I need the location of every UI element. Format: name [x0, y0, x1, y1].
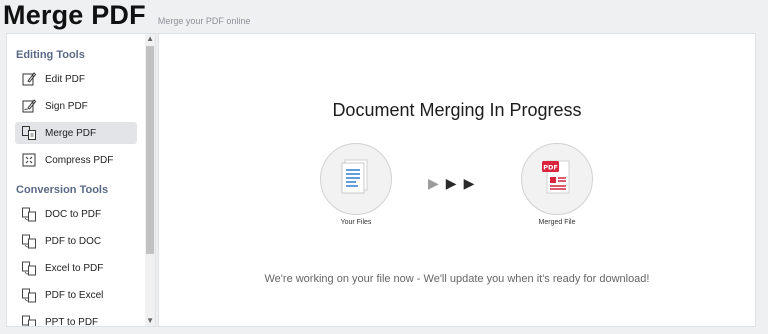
sidebar-item-label: Compress PDF: [45, 154, 114, 166]
arrow-right-icon: ▶: [463, 175, 475, 191]
sidebar-item-label: Merge PDF: [45, 127, 97, 139]
sidebar-item-label: Sign PDF: [45, 100, 88, 112]
main-panel: Document Merging In Progress Your Files …: [158, 33, 756, 327]
app-title: Merge PDF: [3, 0, 146, 30]
convert-icon: [21, 206, 37, 222]
progress-arrows: ▶ ▶ ▶: [428, 175, 474, 192]
convert-icon: [21, 233, 37, 249]
sidebar-item-label: Edit PDF: [45, 73, 86, 85]
sidebar-item-label: PDF to Excel: [45, 289, 104, 301]
convert-icon: [21, 260, 37, 276]
document-icon: [341, 158, 371, 201]
merge-pdf-icon: [21, 125, 37, 141]
sign-pdf-icon: [21, 98, 37, 114]
sidebar-item-sign-pdf[interactable]: Sign PDF: [15, 95, 137, 117]
sidebar-item-label: PDF to DOC: [45, 235, 102, 247]
sidebar-item-doc-to-pdf[interactable]: DOC to PDF: [15, 203, 137, 225]
sidebar-scrollbar[interactable]: ▲ ▼: [145, 34, 155, 326]
arrow-right-icon: ▶: [445, 175, 457, 191]
scroll-down-arrow-icon[interactable]: ▼: [146, 317, 154, 325]
sidebar-item-label: DOC to PDF: [45, 208, 102, 220]
merged-file-circle: PDF: [521, 143, 593, 215]
scroll-up-arrow-icon[interactable]: ▲: [146, 35, 154, 43]
app-header: Merge PDF Merge your PDF online: [3, 0, 250, 30]
sidebar-item-label: Excel to PDF: [45, 262, 104, 274]
sidebar-item-excel-to-pdf[interactable]: Excel to PDF: [15, 257, 137, 279]
app-subtitle: Merge your PDF online: [157, 16, 251, 26]
sidebar-item-merge-pdf[interactable]: Merge PDF: [15, 122, 137, 144]
sidebar: Editing Tools Edit PDF Sign PDF Merge PD…: [6, 33, 156, 327]
scrollbar-thumb[interactable]: [146, 46, 154, 254]
pdf-file-icon: PDF: [541, 157, 573, 202]
arrow-right-icon: ▶: [428, 175, 439, 191]
section-title-editing: Editing Tools: [16, 49, 85, 61]
convert-icon: [21, 287, 37, 303]
section-title-conversion: Conversion Tools: [16, 184, 109, 196]
compress-pdf-icon: [21, 152, 37, 168]
page-title: Document Merging In Progress: [332, 100, 582, 120]
sidebar-item-edit-pdf[interactable]: Edit PDF: [15, 68, 137, 90]
source-files-circle: [320, 143, 392, 215]
sidebar-item-compress-pdf[interactable]: Compress PDF: [15, 149, 137, 171]
sidebar-item-pdf-to-excel[interactable]: PDF to Excel: [15, 284, 137, 306]
sidebar-item-label: PPT to PDF: [45, 316, 99, 327]
convert-icon: [21, 314, 37, 326]
status-message: We're working on your file now - We'll u…: [264, 273, 650, 285]
sidebar-item-pdf-to-doc[interactable]: PDF to DOC: [15, 230, 137, 252]
merged-file-label: Merged File: [538, 219, 576, 226]
source-files-label: Your Files: [340, 219, 372, 226]
pdf-badge-text: PDF: [543, 163, 558, 171]
sidebar-item-ppt-to-pdf[interactable]: PPT to PDF: [15, 311, 137, 327]
edit-pdf-icon: [21, 71, 37, 87]
